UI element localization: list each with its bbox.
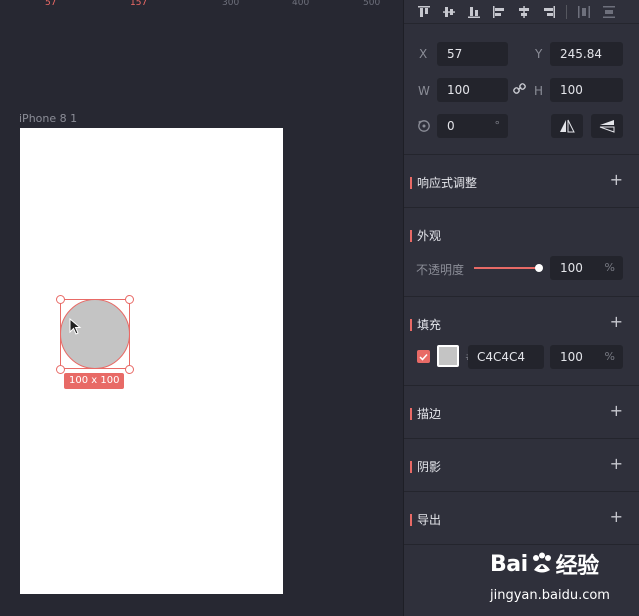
divider [404,491,639,492]
responsive-add-button[interactable]: + [610,172,623,188]
x-input[interactable]: 57 [437,42,508,66]
align-left-icon[interactable] [491,4,507,20]
section-responsive[interactable]: 响应式调整 [410,174,477,191]
section-marker [410,513,412,526]
opacity-value: 100 [560,261,583,275]
fill-hex-input[interactable]: C4C4C4 [468,345,544,369]
flip-horizontal-icon [560,119,575,133]
paw-icon [532,552,551,573]
fill-enabled-checkbox[interactable] [417,350,430,363]
distribute-horizontal-icon[interactable] [576,4,592,20]
flip-vertical-icon [599,120,615,133]
section-export-label: 导出 [417,513,442,527]
degree-unit: ° [494,119,501,132]
section-marker [410,318,412,331]
x-label: X [419,47,428,61]
section-stroke[interactable]: 描边 [410,405,441,422]
h-label: H [534,84,544,98]
section-marker [410,176,412,189]
align-right-icon[interactable] [541,4,557,20]
mouse-cursor-icon [69,318,82,335]
align-bottom-icon[interactable] [466,4,482,20]
rotate-icon [417,119,431,136]
fill-opacity-input[interactable]: 100 % [550,345,623,369]
rotation-value: 0 [447,119,455,133]
divider [404,438,639,439]
opacity-input[interactable]: 100 % [550,256,623,280]
ruler-label: 400 [292,0,310,8]
divider [404,385,639,386]
divider [404,296,639,297]
link-icon[interactable] [513,82,526,98]
section-marker [410,407,412,420]
align-vertical-center-icon[interactable] [441,4,457,20]
divider [404,207,639,208]
w-label: W [418,84,430,98]
percent-unit: % [604,350,615,363]
inspector-panel: X 57 Y 245.84 W 100 H 100 0 ° 响应式调整 + 外观… [403,0,639,616]
artboard-name[interactable]: iPhone 8 1 [19,112,77,125]
section-export[interactable]: 导出 [410,511,441,528]
export-add-button[interactable]: + [610,509,623,525]
section-fill[interactable]: 填充 [410,316,441,333]
width-input[interactable]: 100 [437,78,508,102]
flip-horizontal-button[interactable] [551,114,583,138]
watermark-brand-a: Bai [490,551,528,577]
size-badge: 100 x 100 [64,373,125,389]
resize-handle-bottom-right[interactable] [125,365,134,374]
y-label: Y [535,47,543,61]
section-appearance-label: 外观 [417,229,442,243]
fill-color-swatch[interactable] [437,345,459,367]
fill-add-button[interactable]: + [610,314,623,330]
fill-opacity-value: 100 [560,350,583,364]
watermark-brand-b: 经验 [555,554,600,579]
opacity-slider-track[interactable] [474,267,540,269]
ruler-label: 300 [222,0,240,8]
section-shadow[interactable]: 阴影 [410,458,441,475]
section-shadow-label: 阴影 [417,460,442,474]
section-responsive-label: 响应式调整 [417,176,478,190]
section-marker [410,229,412,242]
resize-handle-top-right[interactable] [125,295,134,304]
toolbar-separator [566,4,567,19]
percent-unit: % [604,261,615,274]
opacity-slider-handle[interactable] [535,264,543,272]
section-appearance[interactable]: 外观 [410,227,441,244]
section-fill-label: 填充 [417,318,442,332]
align-top-icon[interactable] [416,4,432,20]
section-stroke-label: 描边 [417,407,442,421]
checkmark-icon [419,353,428,361]
align-horizontal-center-icon[interactable] [516,4,532,20]
stroke-add-button[interactable]: + [610,403,623,419]
ruler-label: 57 [45,0,57,8]
align-toolbar [404,0,639,24]
distribute-vertical-icon[interactable] [601,4,617,20]
design-canvas[interactable]: 57 157 300 400 500 iPhone 8 1 100 x 100 [0,0,402,616]
watermark-url: jingyan.baidu.com [490,588,610,603]
rotation-input[interactable]: 0 ° [437,114,508,138]
y-input[interactable]: 245.84 [550,42,623,66]
ruler-label: 500 [363,0,381,8]
divider [404,154,639,155]
section-marker [410,460,412,473]
opacity-label: 不透明度 [416,263,465,277]
shadow-add-button[interactable]: + [610,456,623,472]
watermark: Bai 经验 jingyan.baidu.com [490,548,635,612]
flip-vertical-button[interactable] [591,114,623,138]
divider [404,544,639,545]
height-input[interactable]: 100 [550,78,623,102]
resize-handle-top-left[interactable] [56,295,65,304]
ruler-label: 157 [130,0,148,8]
